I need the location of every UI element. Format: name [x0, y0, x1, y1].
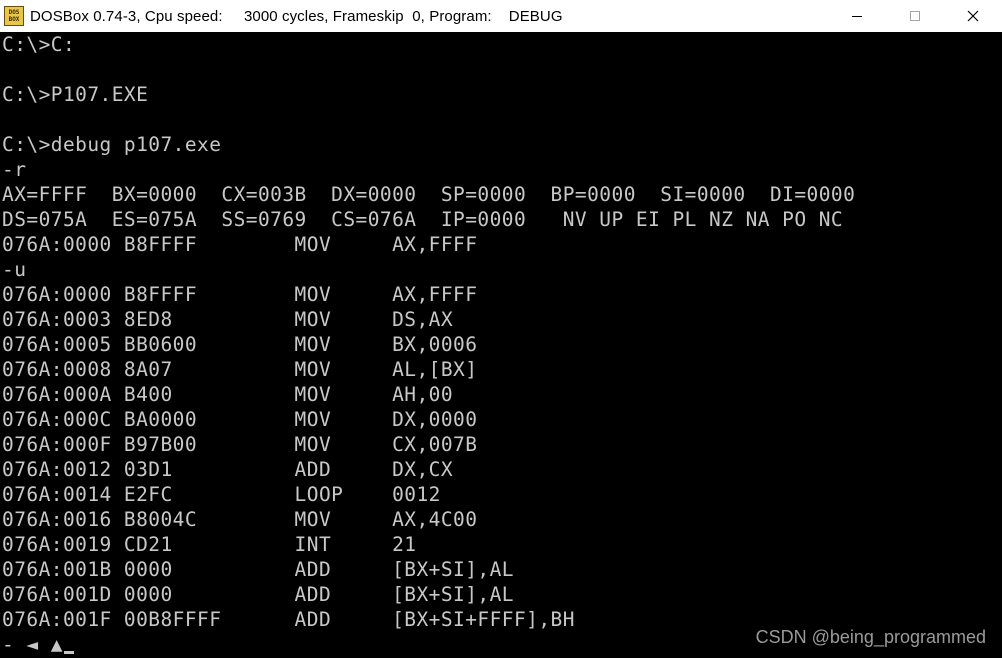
console-line: C:\>P107.EXE	[2, 83, 149, 106]
console-line: 076A:0019 CD21 INT 21	[2, 533, 417, 556]
console-line: 076A:0003 8ED8 MOV DS,AX	[2, 308, 454, 331]
console-line: 076A:0012 03D1 ADD DX,CX	[2, 458, 454, 481]
console-line: -u	[2, 258, 27, 281]
console-line: 076A:0005 BB0600 MOV BX,0006	[2, 333, 478, 356]
dosbox-window: DOS BOX DOSBox 0.74-3, Cpu speed: 3000 c…	[0, 0, 1002, 658]
console-line: 076A:001D 0000 ADD [BX+SI],AL	[2, 583, 514, 606]
console-line: 076A:0008 8A07 MOV AL,[BX]	[2, 358, 478, 381]
console-line: 076A:000C BA0000 MOV DX,0000	[2, 408, 478, 431]
app-icon-label-bottom: BOX	[8, 16, 20, 23]
maximize-button[interactable]	[886, 0, 944, 32]
close-icon	[967, 10, 979, 22]
console-prompt-line[interactable]: - ◄ ▲	[2, 632, 74, 657]
console-line: 076A:0000 B8FFFF MOV AX,FFFF	[2, 233, 478, 256]
minimize-button[interactable]	[828, 0, 886, 32]
console-line: 076A:000F B97B00 MOV CX,007B	[2, 433, 478, 456]
window-title: DOSBox 0.74-3, Cpu speed: 3000 cycles, F…	[30, 7, 563, 25]
close-button[interactable]	[944, 0, 1002, 32]
watermark: CSDN @being_programmed	[755, 627, 986, 647]
text-cursor	[63, 651, 74, 654]
window-controls	[828, 0, 1002, 32]
console-line: DS=075A ES=075A SS=0769 CS=076A IP=0000 …	[2, 208, 844, 231]
console-line: 076A:000A B400 MOV AH,00	[2, 383, 454, 406]
console-line: 076A:0016 B8004C MOV AX,4C00	[2, 508, 478, 531]
title-bar[interactable]: DOS BOX DOSBox 0.74-3, Cpu speed: 3000 c…	[0, 0, 1002, 32]
console-line: 076A:001F 00B8FFFF ADD [BX+SI+FFFF],BH	[2, 608, 575, 631]
app-icon-label-top: DOS	[8, 9, 20, 16]
minimize-icon	[852, 16, 862, 17]
console-line: 076A:001B 0000 ADD [BX+SI],AL	[2, 558, 514, 581]
console-line: C:\>debug p107.exe	[2, 133, 222, 156]
maximize-icon	[910, 11, 920, 21]
console-line: 076A:0000 B8FFFF MOV AX,FFFF	[2, 283, 478, 306]
console-output[interactable]: C:\>C: C:\>P107.EXE C:\>debug p107.exe -…	[0, 32, 1002, 658]
dosbox-app-icon[interactable]: DOS BOX	[4, 6, 24, 26]
console-line: AX=FFFF BX=0000 CX=003B DX=0000 SP=0000 …	[2, 183, 856, 206]
console-line: 076A:0014 E2FC LOOP 0012	[2, 483, 441, 506]
console-input-text: - ◄ ▲	[2, 633, 63, 656]
console-line: C:\>C:	[2, 33, 76, 56]
console-line: -r	[2, 158, 27, 181]
